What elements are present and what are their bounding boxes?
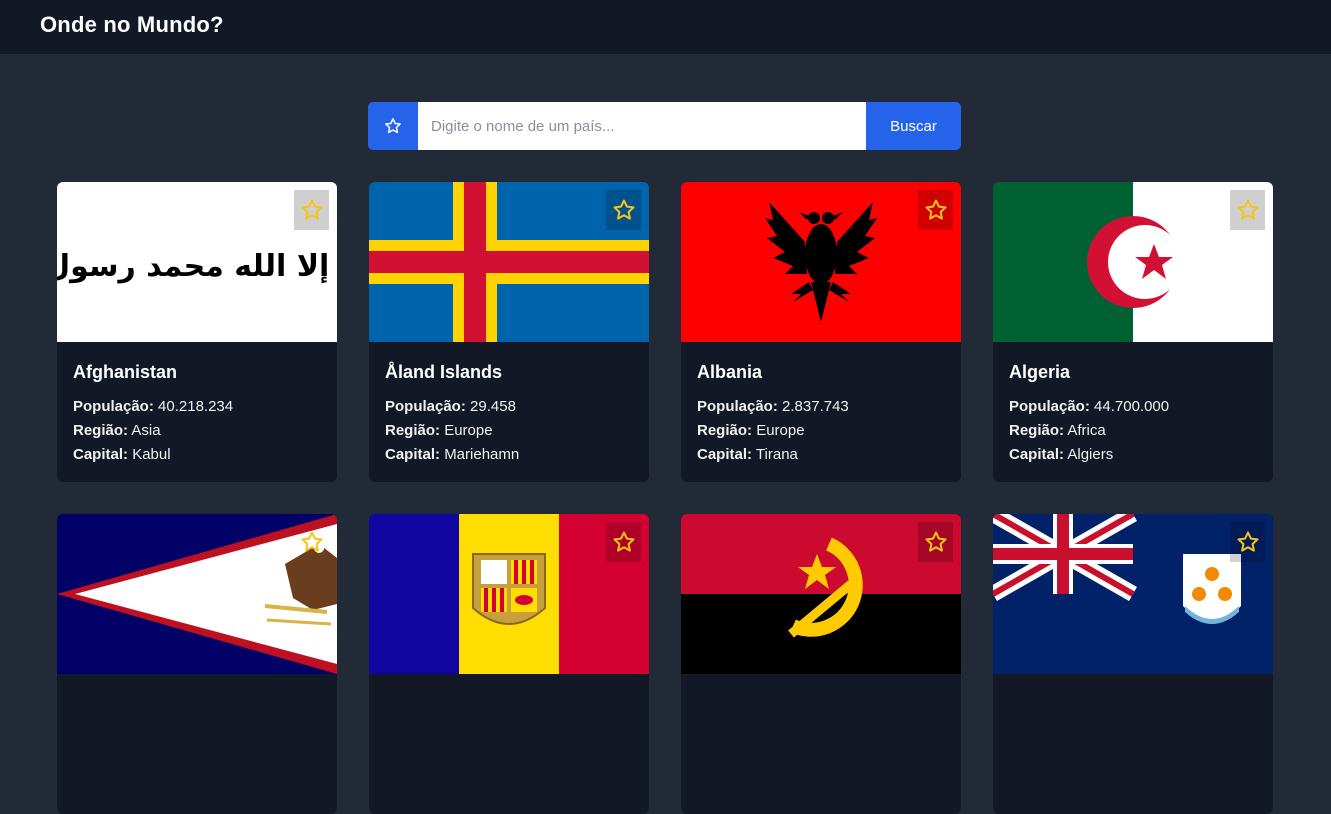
favorite-button[interactable] [606, 190, 641, 230]
favorite-button[interactable] [1230, 190, 1265, 230]
population-row: População: 2.837.743 [697, 398, 849, 415]
star-icon [301, 199, 322, 220]
country-name: Åland Islands [385, 362, 503, 382]
country-card-angola[interactable] [681, 514, 961, 814]
country-info: Afghanistan População: 40.218.234 Região… [57, 342, 337, 467]
capital-row: Capital: Algiers [1009, 446, 1114, 463]
country-info: Åland Islands População: 29.458 Região: … [369, 342, 649, 467]
country-card-andorra[interactable] [369, 514, 649, 814]
favorite-button[interactable] [1230, 522, 1265, 562]
capital-row: Capital: Kabul [73, 446, 171, 463]
country-name: Afghanistan [73, 362, 178, 382]
population-row: População: 40.218.234 [73, 398, 234, 415]
star-icon [613, 199, 634, 220]
population-value: 2.837.743 [782, 398, 849, 415]
region-row: Região: Europe [385, 422, 493, 439]
favorite-button[interactable] [918, 190, 953, 230]
population-value: 29.458 [470, 398, 516, 415]
country-card-algeria[interactable]: Algeria População: 44.700.000 Região: Af… [993, 182, 1273, 482]
region-value: Asia [131, 422, 161, 439]
region-row: Região: Asia [73, 422, 161, 439]
star-icon [925, 531, 946, 552]
region-value: Europe [756, 422, 805, 439]
star-icon [1237, 531, 1258, 552]
country-name: Algeria [1009, 362, 1071, 382]
star-icon [385, 118, 401, 134]
app-header: Onde no Mundo? [0, 0, 1331, 54]
star-icon [925, 199, 946, 220]
country-card-afghanistan[interactable]: لا إله إلا الله محمد رسول الله Afghanist… [57, 182, 337, 482]
region-value: Europe [444, 422, 493, 439]
star-icon [301, 531, 322, 552]
capital-value: Algiers [1067, 446, 1114, 463]
favorites-filter-button[interactable] [368, 102, 418, 150]
population-row: População: 29.458 [385, 398, 516, 415]
country-card-american-samoa[interactable] [57, 514, 337, 814]
capital-row: Capital: Mariehamn [385, 446, 520, 463]
app-title: Onde no Mundo? [40, 12, 224, 37]
country-card-anguilla[interactable] [993, 514, 1273, 814]
country-card-aland-islands[interactable]: Åland Islands População: 29.458 Região: … [369, 182, 649, 482]
capital-row: Capital: Tirana [697, 446, 798, 463]
population-value: 40.218.234 [158, 398, 234, 415]
population-row: População: 44.700.000 [1009, 398, 1170, 415]
population-value: 44.700.000 [1094, 398, 1170, 415]
favorite-button[interactable] [606, 522, 641, 562]
flag-text: لا إله إلا الله محمد رسول الله [57, 249, 337, 284]
favorite-button[interactable] [918, 522, 953, 562]
favorite-button[interactable] [294, 190, 329, 230]
region-value: Africa [1067, 422, 1106, 439]
capital-value: Tirana [755, 446, 798, 463]
star-icon [1237, 199, 1258, 220]
search-bar: Buscar [368, 102, 961, 150]
capital-value: Kabul [132, 446, 171, 463]
country-name: Albania [697, 362, 763, 382]
capital-value: Mariehamn [444, 446, 520, 463]
country-info: Albania População: 2.837.743 Região: Eur… [681, 342, 961, 467]
search-button[interactable]: Buscar [866, 102, 961, 150]
region-row: Região: Africa [1009, 422, 1106, 439]
country-info: Algeria População: 44.700.000 Região: Af… [993, 342, 1273, 467]
country-card-albania[interactable]: Albania População: 2.837.743 Região: Eur… [681, 182, 961, 482]
favorite-button[interactable] [294, 522, 329, 562]
search-input[interactable] [418, 102, 866, 150]
country-grid: لا إله إلا الله محمد رسول الله Afghanist… [57, 182, 1273, 814]
region-row: Região: Europe [697, 422, 805, 439]
star-icon [613, 531, 634, 552]
